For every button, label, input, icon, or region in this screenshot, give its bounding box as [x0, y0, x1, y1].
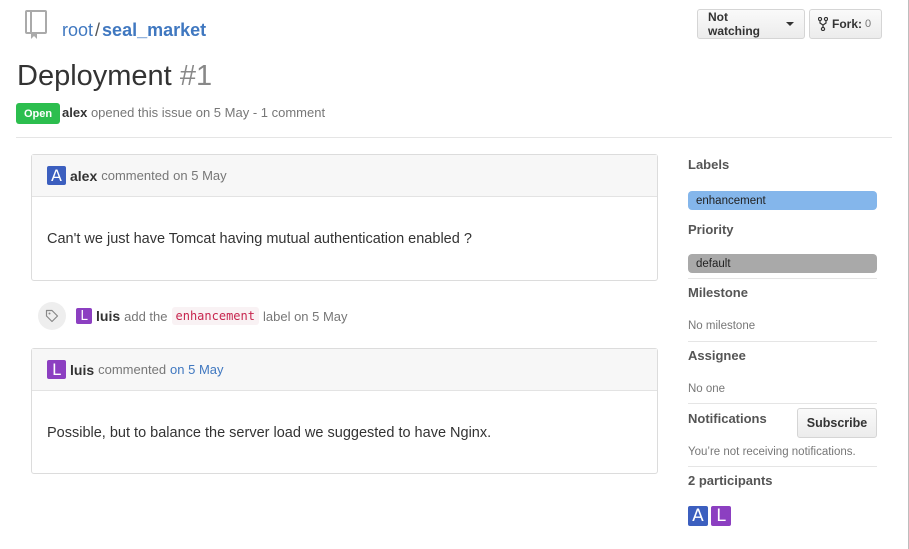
- subscribe-button[interactable]: Subscribe: [797, 408, 877, 438]
- sidebar-divider: [688, 278, 877, 279]
- participants-list: A L: [688, 506, 731, 526]
- event-text-pre: add the: [124, 308, 168, 324]
- avatar[interactable]: L: [76, 308, 92, 324]
- header-divider: [16, 137, 892, 138]
- notifications-status: You’re not receiving notifications.: [688, 446, 856, 458]
- priority-default[interactable]: default: [688, 254, 877, 273]
- notifications-heading: Notifications: [688, 411, 767, 426]
- comment-body: Possible, but to balance the server load…: [47, 424, 492, 441]
- watch-button[interactable]: Not watching: [697, 9, 805, 39]
- comment-date-link[interactable]: on 5 May: [170, 362, 223, 377]
- milestone-value: No milestone: [688, 320, 756, 332]
- repo-book-icon: [25, 10, 47, 39]
- comment-author-link[interactable]: alex: [70, 168, 97, 184]
- priority-heading[interactable]: Priority: [688, 222, 734, 237]
- watch-button-label: Not watching: [708, 10, 761, 38]
- breadcrumb-separator: /: [95, 20, 101, 40]
- issue-number: #1: [179, 60, 213, 92]
- participants-heading: 2 participants: [688, 473, 773, 488]
- avatar[interactable]: A: [47, 166, 66, 185]
- assignee-value: No one: [688, 383, 726, 395]
- comment-action: commented: [98, 362, 167, 377]
- issue-author-link[interactable]: alex: [62, 105, 87, 120]
- issue-state-badge: Open: [16, 103, 61, 124]
- issue-title: Deployment #1: [17, 60, 212, 93]
- comment: A alex commented on 5 May Can't we just …: [31, 154, 658, 281]
- tag-icon: [38, 302, 66, 330]
- issue-meta-text: opened this issue on 5 May - 1 comment: [90, 105, 326, 120]
- fork-button-label: Fork:: [832, 17, 862, 31]
- label-enhancement[interactable]: enhancement: [688, 191, 877, 210]
- comment-author-link[interactable]: luis: [70, 362, 94, 378]
- event-author-link[interactable]: luis: [96, 308, 120, 324]
- repo-owner-link[interactable]: root: [62, 20, 93, 40]
- fork-icon: [818, 17, 828, 31]
- sidebar-divider: [688, 466, 877, 467]
- repo-breadcrumb: root / seal_market: [62, 20, 206, 41]
- sidebar-divider: [688, 403, 877, 404]
- comment-body: Can't we just have Tomcat having mutual …: [47, 230, 472, 247]
- fork-count: 0: [865, 18, 872, 30]
- avatar[interactable]: L: [711, 506, 731, 526]
- sidebar-divider: [688, 341, 877, 342]
- avatar[interactable]: L: [47, 360, 66, 379]
- comment-header: A alex commented on 5 May: [32, 155, 657, 197]
- comment-header: L luis commented on 5 May: [32, 349, 657, 391]
- milestone-heading[interactable]: Milestone: [688, 285, 748, 300]
- comment-date: on 5 May: [173, 168, 227, 183]
- repo-name-link[interactable]: seal_market: [102, 20, 206, 40]
- issue-meta: alex opened this issue on 5 May - 1 comm…: [62, 105, 325, 120]
- comment: L luis commented on 5 May Possible, but …: [31, 348, 658, 474]
- caret-down-icon: [786, 22, 794, 26]
- fork-button[interactable]: Fork: 0: [809, 9, 882, 39]
- comment-action: commented: [101, 168, 170, 183]
- labels-heading[interactable]: Labels: [688, 157, 729, 172]
- avatar[interactable]: A: [688, 506, 708, 526]
- issue-title-text: Deployment: [17, 60, 172, 92]
- event-label-name: enhancement: [171, 307, 259, 325]
- event-text-post: label on 5 May: [262, 308, 348, 324]
- assignee-heading[interactable]: Assignee: [688, 348, 746, 363]
- timeline-label-event: L luis add the enhancement label on 5 Ma…: [38, 302, 348, 330]
